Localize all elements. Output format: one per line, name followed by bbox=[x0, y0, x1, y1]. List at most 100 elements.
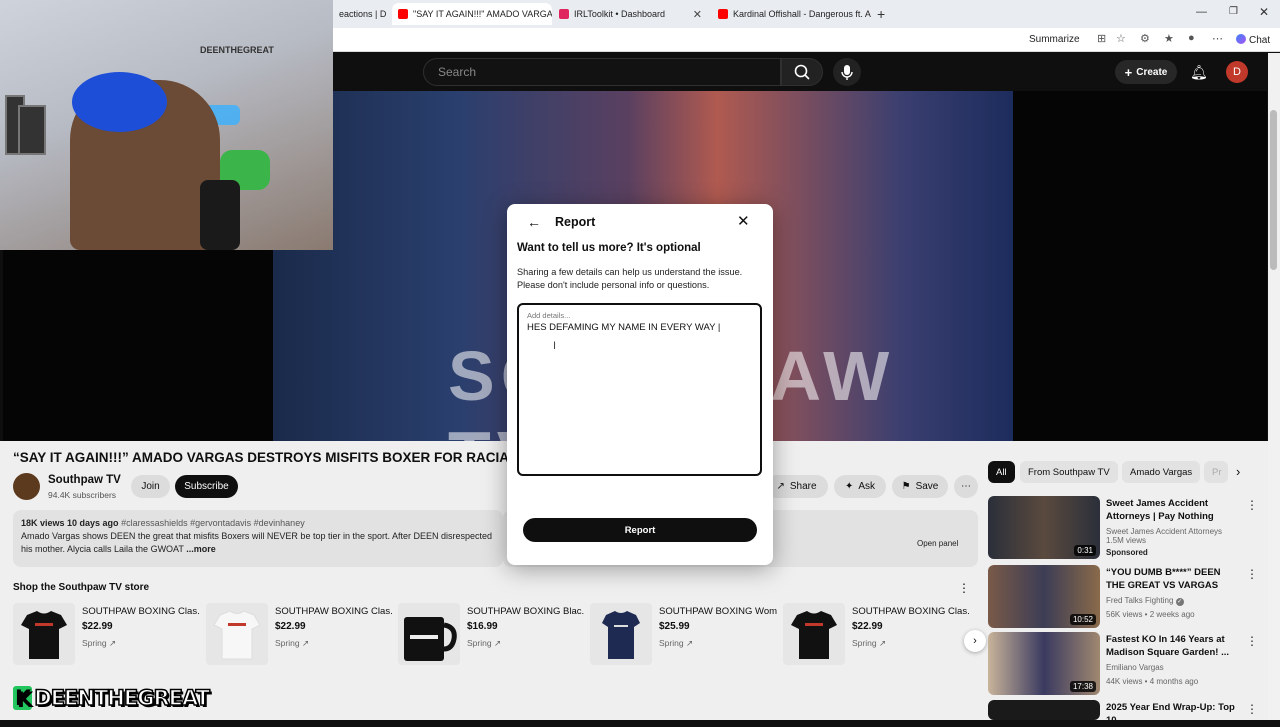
tab-kardinal[interactable]: Kardinal Offishall - Dangerous ft. A ✕ bbox=[712, 3, 872, 25]
channel-name[interactable]: Southpaw TV bbox=[48, 474, 121, 486]
shop-product[interactable]: SOUTHPAW BOXING Clas... $22.99 Spring ↗ bbox=[13, 603, 203, 671]
save-button[interactable]: ⚑ Save bbox=[892, 475, 948, 498]
textarea-value: HES DEFAMING MY NAME IN EVERY WAY | bbox=[527, 322, 721, 333]
extensions-icon[interactable]: ⚙ bbox=[1140, 32, 1150, 45]
account-avatar[interactable]: D bbox=[1226, 61, 1248, 83]
open-panel-button[interactable]: Open panel bbox=[917, 539, 969, 555]
tab-reactions[interactable]: eactions | D bbox=[333, 3, 388, 25]
video-title: Fastest KO In 146 Years at Madison Squar… bbox=[1106, 634, 1229, 658]
restore-icon[interactable]: ❐ bbox=[1229, 6, 1238, 17]
summarize-button[interactable]: Summarize bbox=[1029, 34, 1080, 45]
hashtags[interactable]: #claressashields #gervontadavis #devinha… bbox=[121, 518, 305, 528]
video-duration: 17:38 bbox=[1069, 681, 1096, 692]
product-store: Spring ↗ bbox=[659, 638, 694, 648]
voice-search-button[interactable] bbox=[833, 58, 861, 86]
plus-icon: + bbox=[1124, 64, 1133, 80]
product-price: $25.99 bbox=[659, 621, 690, 632]
sparkle-icon: ✦ bbox=[844, 481, 854, 492]
product-name: SOUTHPAW BOXING Clas... bbox=[82, 606, 200, 617]
chip-from-channel[interactable]: From Southpaw TV bbox=[1020, 461, 1118, 483]
more-actions-button[interactable]: ⋯ bbox=[954, 475, 978, 498]
kick-logo-icon: K bbox=[13, 686, 33, 710]
video-menu-icon[interactable]: ⋮ bbox=[1246, 702, 1258, 716]
chip-more[interactable]: Pr bbox=[1204, 461, 1228, 483]
favorites-icon[interactable]: ★ bbox=[1164, 32, 1174, 45]
video-thumbnail: 10:52 bbox=[988, 565, 1100, 628]
menu-icon[interactable]: ⋯ bbox=[1212, 32, 1223, 45]
back-arrow-icon[interactable]: ← bbox=[527, 214, 541, 230]
youtube-favicon-icon bbox=[718, 9, 728, 19]
report-submit-button[interactable]: Report bbox=[523, 518, 757, 542]
window-close-icon[interactable]: ✕ bbox=[1259, 5, 1269, 19]
chip-amado-vargas[interactable]: Amado Vargas bbox=[1122, 461, 1201, 483]
chip-all[interactable]: All bbox=[988, 461, 1015, 483]
product-price: $22.99 bbox=[852, 621, 883, 632]
search-input[interactable]: Search bbox=[423, 58, 781, 86]
minimize-icon[interactable]: — bbox=[1196, 6, 1207, 18]
recommended-video[interactable]: 17:38 Fastest KO In 146 Years at Madison… bbox=[988, 632, 1258, 696]
join-button[interactable]: Join bbox=[131, 475, 170, 498]
product-image bbox=[13, 603, 75, 665]
close-icon[interactable]: ✕ bbox=[737, 212, 750, 230]
chips-next-chevron-icon[interactable]: › bbox=[1236, 464, 1240, 479]
search-button[interactable] bbox=[781, 58, 823, 86]
video-menu-icon[interactable]: ⋮ bbox=[1246, 567, 1258, 581]
tab-youtube-video[interactable]: "SAY IT AGAIN!!!" AMADO VARGA ✕ bbox=[392, 3, 552, 25]
share-button[interactable]: ↗ Share bbox=[765, 475, 828, 498]
copilot-chat-button[interactable]: Chat bbox=[1236, 34, 1270, 46]
channel-avatar[interactable] bbox=[13, 473, 40, 500]
details-textarea[interactable]: Add details... HES DEFAMING MY NAME IN E… bbox=[517, 303, 762, 476]
video-meta: 44K views • 4 months ago bbox=[1106, 677, 1199, 686]
split-view-icon[interactable]: ⊞ bbox=[1097, 32, 1106, 45]
durag bbox=[72, 72, 167, 132]
filter-chips: All From Southpaw TV Amado Vargas Pr bbox=[988, 461, 1248, 483]
video-thumbnail: 0:31 bbox=[988, 496, 1100, 559]
profile-icon[interactable]: ● bbox=[1188, 32, 1195, 44]
video-channel: Fred Talks Fighting ✓ bbox=[1106, 596, 1184, 606]
video-thumbnail bbox=[988, 700, 1100, 720]
product-image bbox=[783, 603, 845, 665]
share-label: Share bbox=[789, 481, 817, 492]
share-icon: ↗ bbox=[776, 481, 785, 492]
recommended-video[interactable]: 2025 Year End Wrap-Up: Top 10 ⋮ bbox=[988, 700, 1258, 726]
video-title: “YOU DUMB B****” DEEN THE GREAT VS VARGA… bbox=[1106, 567, 1221, 593]
notifications-bell-icon[interactable]: 🔔︎ bbox=[1190, 64, 1208, 81]
recommended-video[interactable]: 0:31 Sweet James Accident Attorneys | Pa… bbox=[988, 496, 1258, 560]
favorite-star-icon[interactable]: ☆ bbox=[1116, 32, 1126, 45]
video-meta: 56K views • 2 weeks ago bbox=[1106, 610, 1195, 619]
product-image bbox=[398, 603, 460, 665]
text-cursor-icon: I bbox=[553, 340, 557, 352]
description-text: Amado Vargas shows DEEN the great that m… bbox=[21, 531, 493, 554]
video-menu-icon[interactable]: ⋮ bbox=[1246, 634, 1258, 648]
product-price: $22.99 bbox=[82, 621, 113, 632]
product-store: Spring ↗ bbox=[852, 638, 887, 648]
shop-product[interactable]: SOUTHPAW BOXING Wom... $25.99 Spring ↗ bbox=[590, 603, 780, 671]
sponsored-badge: Sponsored bbox=[1106, 548, 1148, 557]
scrollbar-thumb[interactable] bbox=[1270, 110, 1277, 270]
video-menu-icon[interactable]: ⋮ bbox=[1246, 498, 1258, 512]
ask-button[interactable]: ✦ Ask bbox=[834, 475, 886, 498]
subscribe-button[interactable]: Subscribe bbox=[175, 475, 238, 498]
webcam-overlay: DEENTHEGREAT bbox=[0, 0, 333, 250]
tab-irltoolkit[interactable]: IRLToolkit • Dashboard ✕ bbox=[553, 3, 708, 25]
shop-product[interactable]: SOUTHPAW BOXING Clas... $22.99 Spring ↗ bbox=[783, 603, 973, 671]
tab-close-icon[interactable]: ✕ bbox=[693, 8, 702, 21]
tab-label: eactions | D bbox=[339, 9, 387, 19]
show-more-link[interactable]: ...more bbox=[186, 544, 216, 554]
subscriber-count: 94.4K subscribers bbox=[48, 490, 117, 500]
shop-product[interactable]: SOUTHPAW BOXING Clas... $22.99 Spring ↗ bbox=[206, 603, 396, 671]
video-thumbnail: 17:38 bbox=[988, 632, 1100, 695]
shop-product[interactable]: SOUTHPAW BOXING Blac... $16.99 Spring ↗ bbox=[398, 603, 588, 671]
video-duration: 10:52 bbox=[1069, 614, 1096, 625]
textarea-label: Add details... bbox=[527, 311, 571, 320]
new-tab-button[interactable]: + bbox=[877, 6, 885, 22]
create-button[interactable]: + Create bbox=[1115, 60, 1177, 84]
description-box[interactable]: 18K views 10 days ago #claressashields #… bbox=[13, 510, 503, 567]
shop-next-chevron-icon[interactable]: › bbox=[964, 630, 986, 652]
shop-more-icon[interactable]: ⋮ bbox=[958, 581, 970, 595]
youtube-favicon-icon bbox=[398, 9, 408, 19]
search-placeholder: Search bbox=[438, 65, 477, 79]
product-name: SOUTHPAW BOXING Blac... bbox=[467, 606, 585, 617]
recommended-video[interactable]: 10:52 “YOU DUMB B****” DEEN THE GREAT VS… bbox=[988, 565, 1258, 629]
video-duration: 0:31 bbox=[1074, 545, 1096, 556]
